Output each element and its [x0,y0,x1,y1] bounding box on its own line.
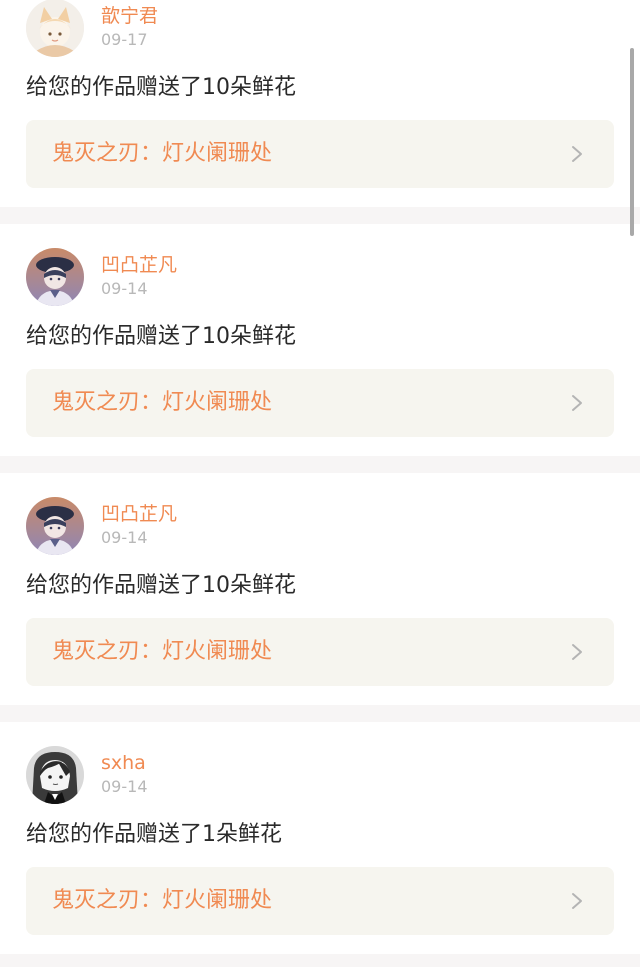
scrollbar[interactable] [630,48,634,236]
notification-card: 凹凸芷凡 09-14 给您的作品赠送了10朵鲜花 鬼灭之刃：灯火阑珊处 [0,473,640,705]
fox-girl-avatar-icon [26,0,84,57]
work-title: 鬼灭之刃：灯火阑珊处 [52,390,273,415]
chevron-right-icon [572,146,582,162]
chevron-right-icon [572,395,582,411]
timestamp: 09-17 [101,30,148,49]
chevron-right-icon [572,644,582,660]
notification-card: 歆宁君 09-17 给您的作品赠送了10朵鲜花 鬼灭之刃：灯火阑珊处 [0,0,640,207]
notification-card: sxha 09-14 给您的作品赠送了1朵鲜花 鬼灭之刃：灯火阑珊处 [0,722,640,954]
username[interactable]: sxha [101,751,146,775]
work-link-card[interactable]: 鬼灭之刃：灯火阑珊处 [26,618,614,686]
gift-message: 给您的作品赠送了1朵鲜花 [26,822,282,847]
gift-message: 给您的作品赠送了10朵鲜花 [26,324,296,349]
capped-character-avatar-icon [26,248,84,306]
timestamp: 09-14 [101,777,148,796]
notification-card: 凹凸芷凡 09-14 给您的作品赠送了10朵鲜花 鬼灭之刃：灯火阑珊处 [0,224,640,456]
work-link-card[interactable]: 鬼灭之刃：灯火阑珊处 [26,120,614,188]
manga-girl-avatar-icon [26,746,84,804]
avatar[interactable] [26,0,84,57]
timestamp: 09-14 [101,279,148,298]
avatar[interactable] [26,248,84,306]
work-title: 鬼灭之刃：灯火阑珊处 [52,888,273,913]
avatar[interactable] [26,746,84,804]
username[interactable]: 歆宁君 [101,4,158,28]
gift-message: 给您的作品赠送了10朵鲜花 [26,573,296,598]
work-link-card[interactable]: 鬼灭之刃：灯火阑珊处 [26,867,614,935]
username[interactable]: 凹凸芷凡 [101,253,177,277]
capped-character-avatar-icon [26,497,84,555]
work-link-card[interactable]: 鬼灭之刃：灯火阑珊处 [26,369,614,437]
username[interactable]: 凹凸芷凡 [101,502,177,526]
avatar[interactable] [26,497,84,555]
chevron-right-icon [572,893,582,909]
timestamp: 09-14 [101,528,148,547]
gift-message: 给您的作品赠送了10朵鲜花 [26,75,296,100]
work-title: 鬼灭之刃：灯火阑珊处 [52,639,273,664]
work-title: 鬼灭之刃：灯火阑珊处 [52,141,273,166]
